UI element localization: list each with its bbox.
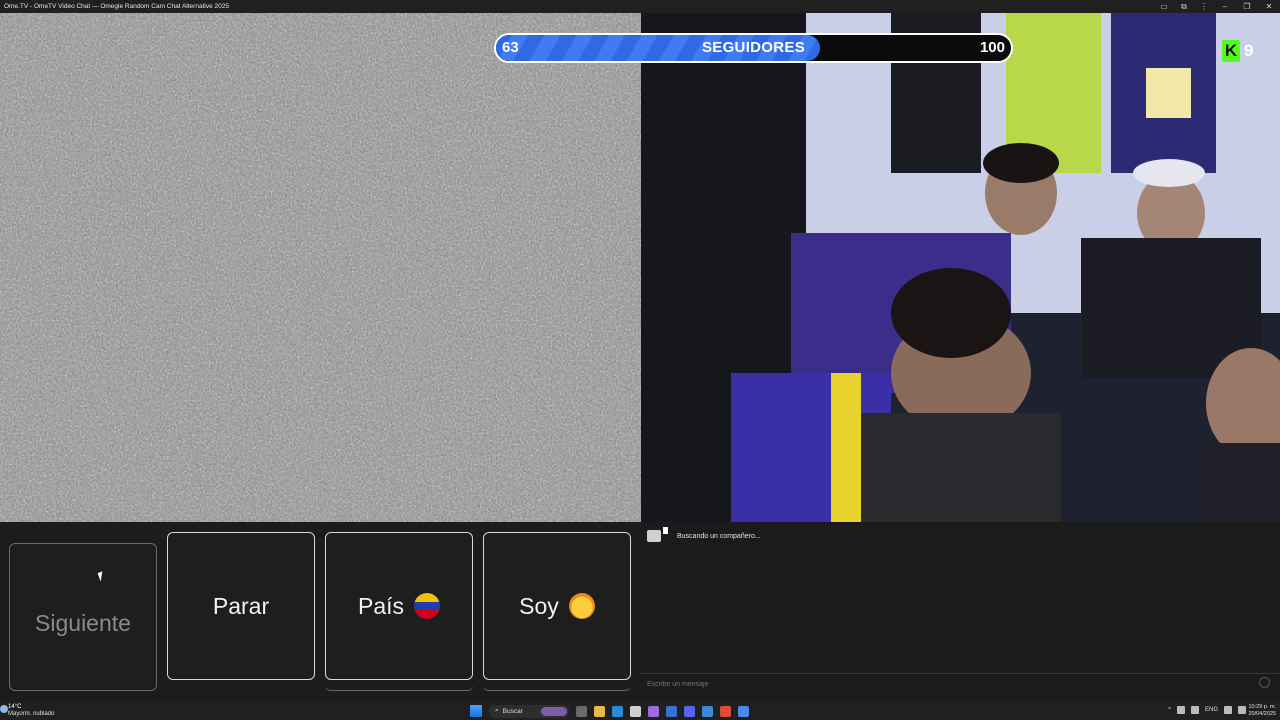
app-icon[interactable] bbox=[666, 705, 677, 717]
windows-start-icon[interactable] bbox=[470, 705, 482, 717]
cast-icon[interactable]: ▭ bbox=[1154, 0, 1174, 13]
search-label: Buscar bbox=[502, 707, 523, 715]
chat-controls: Siguiente Parar País Soy bbox=[0, 522, 641, 700]
maximize-button[interactable]: ❐ bbox=[1236, 0, 1258, 13]
edge-icon[interactable] bbox=[612, 705, 623, 717]
gender-button[interactable]: Soy bbox=[483, 532, 631, 680]
windows-taskbar: 14°C Mayorm. nublado ⌕ Buscar ^ ENG 10:2… bbox=[0, 702, 1280, 720]
chrome-icon[interactable] bbox=[720, 705, 731, 717]
followers-goal-bar: 63 SEGUIDORES 100 bbox=[494, 33, 1013, 63]
weather-desc: Mayorm. nublado bbox=[8, 711, 55, 717]
mic-icon[interactable] bbox=[1190, 706, 1199, 714]
search-icon: ⌕ bbox=[495, 707, 499, 714]
country-button[interactable]: País bbox=[325, 532, 473, 680]
taskbar-clock[interactable]: 10:29 p. m. 20/04/2025 bbox=[1248, 704, 1276, 718]
partner-video-static bbox=[0, 13, 641, 522]
teams-icon[interactable] bbox=[648, 705, 659, 717]
gender-button-label: Soy bbox=[519, 592, 559, 619]
task-view-icon[interactable] bbox=[576, 705, 587, 717]
emoji-icon[interactable] bbox=[1259, 677, 1270, 688]
chat-status: Buscando un compañero... bbox=[647, 527, 761, 542]
next-button-label: Siguiente bbox=[35, 609, 131, 636]
mail-icon[interactable] bbox=[702, 705, 713, 717]
weather-temp: 14°C bbox=[8, 704, 22, 710]
weather-icon bbox=[0, 705, 8, 713]
woman-emoji-icon bbox=[568, 593, 595, 619]
taskbar-search[interactable]: ⌕ Buscar bbox=[489, 704, 569, 718]
volume-icon[interactable] bbox=[1238, 706, 1246, 714]
chat-panel: Buscando un compañero... bbox=[641, 522, 1280, 700]
stop-button-label: Parar bbox=[212, 592, 270, 619]
more-icon[interactable]: ⋮ bbox=[1194, 0, 1214, 13]
gender-button-shadow bbox=[483, 685, 631, 691]
search-highlight-icon bbox=[541, 706, 567, 716]
file-explorer-icon[interactable] bbox=[594, 705, 605, 717]
language-indicator[interactable]: ENG bbox=[1205, 707, 1218, 713]
clock-date: 20/04/2025 bbox=[1248, 711, 1276, 717]
viewer-count: 9 bbox=[1244, 41, 1254, 60]
goal-target-count: 100 bbox=[979, 39, 1005, 56]
kick-viewer-badge: K 9 bbox=[1222, 39, 1253, 63]
goal-label: SEGUIDORES bbox=[701, 39, 806, 56]
chat-divider bbox=[641, 673, 1280, 674]
tray-app-icon[interactable] bbox=[1176, 706, 1185, 714]
minimize-button[interactable]: – bbox=[1214, 0, 1236, 13]
discord-icon[interactable] bbox=[684, 705, 695, 717]
flag-venezuela-icon bbox=[414, 593, 441, 619]
kick-logo-icon: K bbox=[1222, 40, 1240, 62]
self-camera-video bbox=[641, 13, 1280, 522]
camera-icon bbox=[647, 527, 668, 542]
video-stage: 63 SEGUIDORES 100 K 9 bbox=[0, 13, 1280, 522]
stop-button[interactable]: Parar bbox=[167, 532, 315, 680]
clock-time: 10:29 p. m. bbox=[1248, 704, 1276, 710]
country-button-shadow bbox=[325, 685, 473, 691]
extensions-icon[interactable]: ⧉ bbox=[1174, 0, 1194, 13]
taskbar-apps: ⌕ Buscar bbox=[470, 704, 749, 718]
message-input[interactable] bbox=[647, 679, 1247, 689]
window-controls: ▭ ⧉ ⋮ – ❐ ✕ bbox=[1154, 0, 1280, 13]
next-button[interactable]: Siguiente bbox=[9, 543, 157, 691]
network-icon[interactable] bbox=[1224, 706, 1232, 714]
system-tray: ^ ENG bbox=[1168, 706, 1246, 714]
chevron-up-icon[interactable]: ^ bbox=[1168, 707, 1171, 713]
active-app-icon[interactable] bbox=[738, 705, 749, 717]
close-button[interactable]: ✕ bbox=[1258, 0, 1280, 13]
store-icon[interactable] bbox=[630, 705, 641, 717]
country-button-label: País bbox=[357, 592, 405, 619]
weather-widget[interactable]: 14°C Mayorm. nublado bbox=[8, 704, 54, 718]
chat-status-text: Buscando un compañero... bbox=[677, 532, 761, 540]
window-title: Ome.TV - OmeTV Video Chat — Omegle Rando… bbox=[4, 3, 229, 10]
title-bar: Ome.TV - OmeTV Video Chat — Omegle Rando… bbox=[0, 0, 1280, 13]
